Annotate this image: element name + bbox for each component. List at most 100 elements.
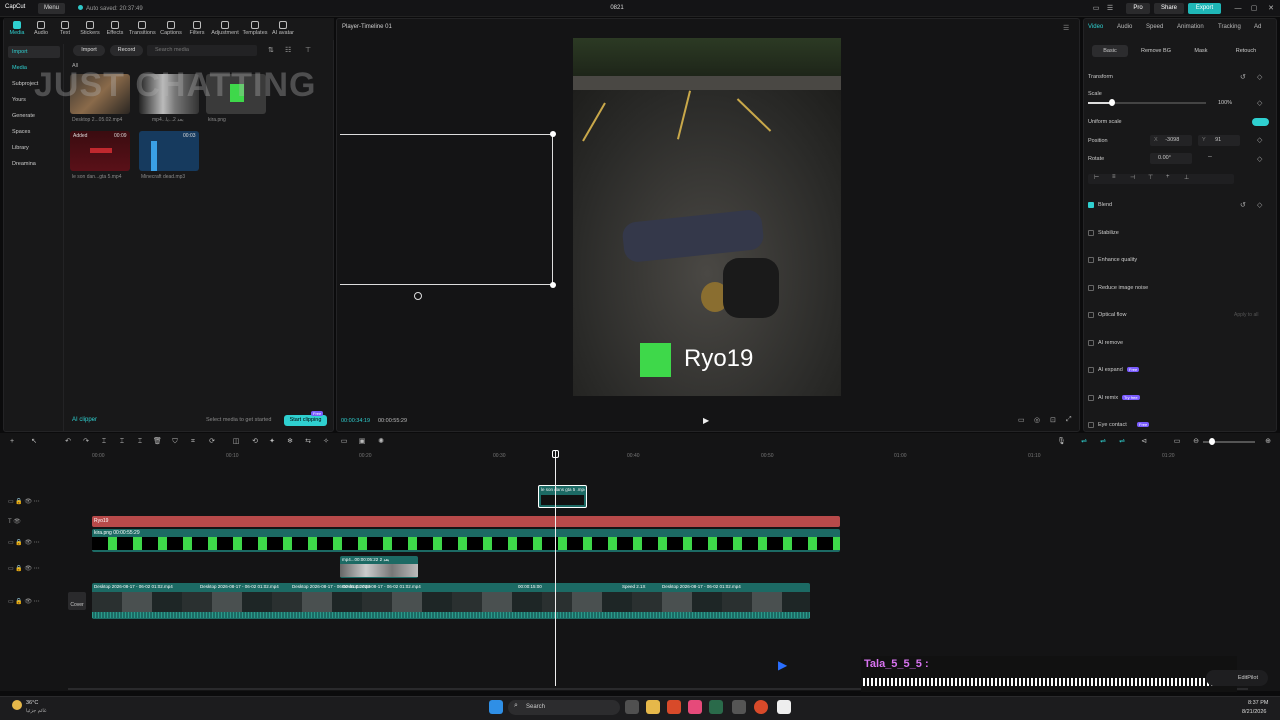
ai-clipper-label[interactable]: AI clipper <box>72 417 97 423</box>
eye-contact-checkbox[interactable] <box>1088 422 1094 428</box>
freeze-icon[interactable]: ❄ <box>286 438 294 446</box>
playhead-handle[interactable] <box>552 450 559 458</box>
track-controls-3[interactable]: ▭ 🔒 👁 ⋯ <box>8 539 40 546</box>
import-button[interactable]: Import <box>73 45 105 56</box>
rotate-tool-icon[interactable]: ⟲ <box>251 438 259 446</box>
ai-expand-checkbox[interactable] <box>1088 367 1094 373</box>
blend-label[interactable]: Blend <box>1098 202 1112 208</box>
mic-icon[interactable]: 🎙 <box>1057 438 1066 446</box>
preview-axis-icon[interactable]: ⇌ <box>1118 438 1126 446</box>
brave-icon[interactable] <box>667 700 681 714</box>
play-icon[interactable]: ▶ <box>703 416 709 425</box>
clip-main-video[interactable]: Desktop 2026-08-17 - 06-02 01:02.mp4 Des… <box>92 583 810 619</box>
cover-button[interactable]: Cover <box>68 592 86 610</box>
tab-filters[interactable]: Filters <box>184 18 210 40</box>
zoom-slider-thumb[interactable] <box>1209 438 1215 445</box>
clock-time[interactable]: 8:37 PM <box>1248 700 1268 706</box>
track-controls-4[interactable]: ▭ 🔒 👁 ⋯ <box>8 565 40 572</box>
ai-remove-label[interactable]: AI remove <box>1098 340 1123 346</box>
rotate-input[interactable]: 0.00° <box>1150 153 1192 164</box>
speed-icon[interactable]: ⟳ <box>208 438 216 446</box>
transform-label[interactable]: Transform <box>1088 74 1113 80</box>
file-explorer-icon[interactable] <box>646 700 660 714</box>
crop-tool-icon[interactable]: ⌗ <box>189 438 197 446</box>
mirror-icon[interactable]: ◫ <box>232 438 240 446</box>
resize-handle-bottom[interactable] <box>550 282 556 288</box>
menu-button[interactable]: Menu <box>38 3 65 14</box>
tab-templates[interactable]: Templates <box>241 18 269 40</box>
tab-transitions[interactable]: Transitions <box>129 18 156 40</box>
redo-icon[interactable]: ↷ <box>82 438 90 446</box>
tab-ai-avatar[interactable]: AI avatar <box>270 18 296 40</box>
optical-flow-checkbox[interactable] <box>1088 312 1094 318</box>
apply-to-all-button[interactable]: Apply to all <box>1234 312 1258 318</box>
position-x-input[interactable]: X -3098 <box>1150 135 1192 146</box>
ai-remix-checkbox[interactable] <box>1088 395 1094 401</box>
capcut-taskbar-icon[interactable] <box>777 700 791 714</box>
eye-contact-label[interactable]: Eye contact <box>1098 422 1127 428</box>
media-thumb-4[interactable]: Added 00:09 <box>70 131 130 171</box>
tab-media[interactable]: Media <box>4 18 30 40</box>
caption-tool-icon[interactable]: ▭ <box>340 438 348 446</box>
sidebar-item-spaces[interactable]: Spaces <box>8 126 60 138</box>
windows-start-icon[interactable] <box>489 700 503 714</box>
filter-icon[interactable]: ⊤ <box>305 46 311 54</box>
align-top-icon[interactable]: ⊤ <box>1148 174 1153 181</box>
search-media-input[interactable]: Search media <box>147 45 257 56</box>
sort-icon[interactable]: ⇅ <box>268 46 274 54</box>
app-icon-1[interactable] <box>688 700 702 714</box>
tab-adjustment[interactable]: Adjustment <box>210 18 240 40</box>
magic-icon[interactable]: ✦ <box>268 438 276 446</box>
link-icon[interactable]: ⇌ <box>1080 438 1088 446</box>
taskbar-search[interactable]: Search <box>508 700 620 715</box>
tab-speed[interactable]: Speed <box>1146 24 1163 30</box>
image-tool-icon[interactable]: ▣ <box>358 438 366 446</box>
close-icon[interactable]: ✕ <box>1266 4 1276 13</box>
split-icon[interactable]: ⌶ <box>100 438 108 446</box>
settings-icon[interactable]: ☰ <box>1105 4 1115 13</box>
sparkle-tool-icon[interactable]: ✺ <box>377 438 385 446</box>
tab-animation[interactable]: Animation <box>1177 24 1204 30</box>
split-right-icon[interactable]: ⌶ <box>136 438 144 446</box>
uniform-scale-toggle[interactable] <box>1252 118 1269 126</box>
editpilot-button[interactable]: EditPilot <box>1206 670 1268 686</box>
captions-timeline-icon[interactable]: ▭ <box>1173 438 1181 446</box>
tab-stickers[interactable]: Stickers <box>77 18 103 40</box>
sidebar-item-import[interactable]: Import <box>8 46 60 58</box>
reset-icon[interactable]: ↺ <box>1240 73 1246 81</box>
sidebar-item-dreamina[interactable]: Dreamina <box>8 158 60 170</box>
sidebar-item-generate[interactable]: Generate <box>8 110 60 122</box>
playhead[interactable] <box>555 450 556 686</box>
zoom-out-icon[interactable]: ⊖ <box>1192 438 1200 446</box>
magnet-icon[interactable]: ⇌ <box>1099 438 1107 446</box>
pro-button[interactable]: Pro <box>1126 3 1150 14</box>
share-button[interactable]: Share <box>1154 3 1184 14</box>
task-view-icon[interactable] <box>625 700 639 714</box>
undo-icon[interactable]: ↶ <box>64 438 72 446</box>
track-controls-main[interactable]: ▭ 🔒 👁 ⋯ <box>8 598 40 605</box>
tab-audio-inspector[interactable]: Audio <box>1117 24 1132 30</box>
subtab-retouch[interactable]: Retouch <box>1228 45 1264 57</box>
sidebar-item-library[interactable]: Library <box>8 142 60 154</box>
scale-keyframe-icon[interactable]: ◇ <box>1257 99 1262 107</box>
stabilize-checkbox[interactable] <box>1088 230 1094 236</box>
tab-ad[interactable]: Ad <box>1254 24 1261 30</box>
media-thumb-5[interactable]: 00:03 <box>139 131 199 171</box>
align-middle-icon[interactable]: + <box>1166 174 1170 180</box>
app-icon-2[interactable] <box>709 700 723 714</box>
clip-small-video[interactable]: mp4...بعد 2 00:00:05:22 <box>340 556 418 578</box>
enhance-quality-label[interactable]: Enhance quality <box>1098 257 1137 263</box>
align-left-icon[interactable]: ⊢ <box>1094 174 1099 181</box>
resize-handle-top[interactable] <box>550 131 556 137</box>
split-left-icon[interactable]: ⌶ <box>118 438 126 446</box>
position-keyframe-icon[interactable]: ◇ <box>1257 136 1262 144</box>
blend-checkbox[interactable] <box>1088 202 1094 208</box>
crop-icon[interactable]: ⊡ <box>1050 416 1056 424</box>
grid-view-icon[interactable]: ☷ <box>285 46 291 54</box>
rotate-dropdown[interactable]: – <box>1208 153 1222 164</box>
rotate-handle-icon[interactable] <box>414 292 422 300</box>
settings-app-icon[interactable] <box>732 700 746 714</box>
chrome-icon[interactable] <box>754 700 768 714</box>
select-tool-icon[interactable]: ↖ <box>30 438 38 446</box>
ai-remove-checkbox[interactable] <box>1088 340 1094 346</box>
